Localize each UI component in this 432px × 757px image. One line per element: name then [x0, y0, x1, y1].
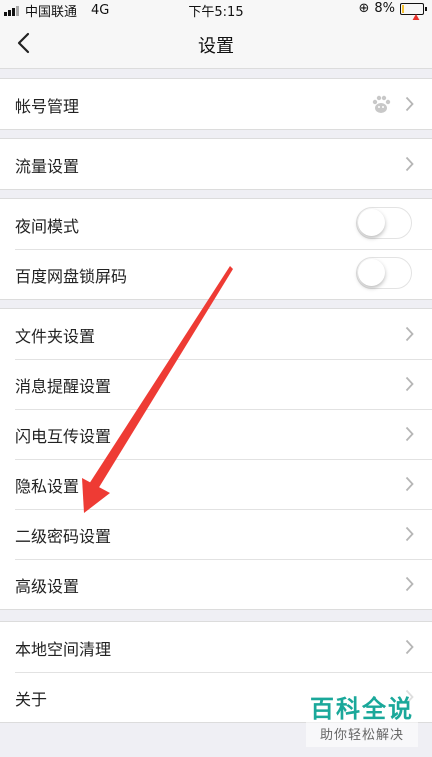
chevron-right-icon: [405, 639, 414, 655]
toggle-knob: [358, 259, 385, 286]
settings-group-display: 夜间模式 百度网盘锁屏码: [0, 198, 432, 300]
row-label: 文件夹设置: [15, 327, 96, 346]
row-label: 高级设置: [15, 577, 80, 596]
chevron-right-icon: [405, 526, 414, 542]
settings-group-traffic: 流量设置: [0, 138, 432, 190]
settings-row-folder[interactable]: 文件夹设置: [0, 309, 432, 359]
settings-row-lock-screen-code: 百度网盘锁屏码: [0, 249, 432, 299]
settings-row-night-mode: 夜间模式: [0, 199, 432, 249]
row-label: 夜间模式: [15, 217, 80, 236]
chevron-right-icon: [405, 476, 414, 492]
battery-icon: [400, 2, 427, 15]
orientation-lock-icon: ⊕: [358, 1, 370, 16]
chevron-right-icon: [405, 326, 414, 342]
row-label: 帐号管理: [15, 97, 80, 116]
battery-fill: [402, 4, 404, 13]
watermark-title: 百科全说: [310, 695, 414, 723]
settings-row-traffic[interactable]: 流量设置: [0, 139, 432, 189]
settings-row-account-management[interactable]: 帐号管理: [0, 79, 432, 129]
settings-group-features: 文件夹设置 消息提醒设置 闪电互传设置 隐私设置 二级密码设置 高级设置: [0, 308, 432, 610]
chevron-right-icon: [405, 376, 414, 392]
status-bar: 中国联通 4G 下午5:15 ⊕ 8%: [0, 0, 432, 21]
chevron-right-icon: [405, 156, 414, 172]
settings-row-lightning-transfer[interactable]: 闪电互传设置: [0, 409, 432, 459]
row-label: 消息提醒设置: [15, 377, 112, 396]
night-mode-toggle[interactable]: [356, 207, 412, 239]
row-label: 隐私设置: [15, 477, 80, 496]
battery-percent: 8%: [374, 1, 395, 16]
baidu-paw-icon: [372, 95, 391, 113]
row-label: 百度网盘锁屏码: [15, 267, 128, 286]
watermark-subtitle: 助你轻松解决: [319, 728, 404, 743]
row-label: 二级密码设置: [15, 527, 112, 546]
row-label: 关于: [15, 690, 48, 709]
lock-screen-code-toggle[interactable]: [356, 257, 412, 289]
settings-row-message-reminder[interactable]: 消息提醒设置: [0, 359, 432, 409]
settings-row-local-cleanup[interactable]: 本地空间清理: [0, 622, 432, 672]
toggle-knob: [358, 209, 385, 236]
settings-group-account: 帐号管理: [0, 78, 432, 130]
row-label: 流量设置: [15, 157, 80, 176]
page-title: 设置: [198, 36, 234, 57]
row-label: 本地空间清理: [15, 640, 112, 659]
watermark-logo: 百科全说 助你轻松解决: [306, 687, 418, 747]
chevron-right-icon: [405, 576, 414, 592]
chevron-right-icon: [405, 96, 414, 112]
settings-row-privacy[interactable]: 隐私设置: [0, 459, 432, 509]
settings-row-advanced[interactable]: 高级设置: [0, 559, 432, 609]
settings-row-secondary-password[interactable]: 二级密码设置: [0, 509, 432, 559]
chevron-right-icon: [405, 426, 414, 442]
navigation-bar: 设置: [0, 20, 432, 69]
row-label: 闪电互传设置: [15, 427, 112, 446]
